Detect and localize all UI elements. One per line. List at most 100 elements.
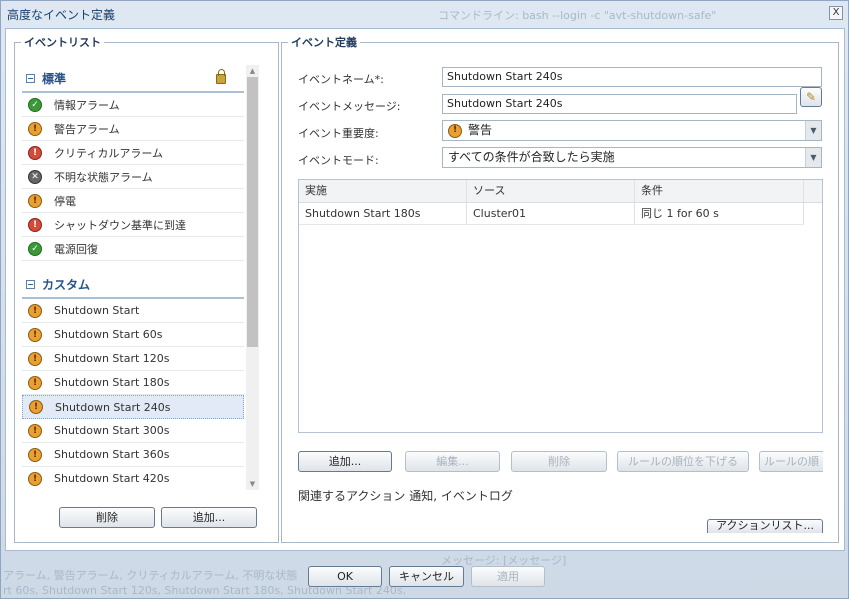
scroll-down-icon[interactable]: ▼	[246, 478, 259, 490]
list-item[interactable]: ! Shutdown Start 300s	[22, 419, 244, 443]
edit-rule-button[interactable]: 編集...	[405, 451, 500, 472]
group-header[interactable]: − カスタム	[22, 271, 244, 299]
check-icon: ✓	[28, 97, 42, 112]
event-definition-body: イベントネーム*: Shutdown Start 240s イベントメッセージ:…	[281, 29, 839, 549]
unknown-icon: ✕	[28, 169, 42, 184]
list-item[interactable]: ! 警告アラーム	[22, 117, 244, 141]
collapse-toggle-icon[interactable]: −	[26, 279, 35, 289]
dialog-title: 高度なイベント定義	[7, 7, 116, 22]
list-item[interactable]: ✕ 不明な状態アラーム	[22, 165, 244, 189]
list-item[interactable]: ! シャットダウン基準に到達	[22, 213, 244, 237]
list-item-label: クリティカルアラーム	[54, 146, 164, 160]
warning-icon: !	[28, 423, 42, 438]
warning-icon: !	[28, 447, 42, 462]
event-message-input[interactable]: Shutdown Start 240s	[442, 94, 797, 114]
add-event-button[interactable]: 追加...	[161, 507, 257, 528]
column-header-condition[interactable]: 条件	[635, 180, 804, 202]
close-button[interactable]: X	[829, 6, 843, 20]
warning-icon: !	[29, 400, 43, 414]
warning-icon: !	[28, 351, 42, 366]
raise-rule-priority-button[interactable]: ルールの順	[759, 451, 823, 472]
list-item[interactable]: ! Shutdown Start 360s	[22, 443, 244, 467]
apply-button[interactable]: 適用	[471, 566, 545, 587]
delete-event-button[interactable]: 削除	[59, 507, 155, 528]
background-alarms-text: アラーム, 警告アラーム, クリティカルアラーム, 不明な状態	[3, 569, 298, 582]
cancel-button[interactable]: キャンセル	[389, 566, 464, 587]
column-header-source[interactable]: ソース	[467, 180, 635, 202]
column-header-action[interactable]: 実施	[299, 180, 467, 202]
list-item-label: Shutdown Start 240s	[55, 400, 171, 414]
list-item-label: 不明な状態アラーム	[54, 170, 153, 184]
cell-condition: 同じ 1 for 60 s	[635, 203, 804, 224]
lower-rule-priority-button[interactable]: ルールの順位を下げる	[617, 451, 749, 472]
list-item[interactable]: ! Shutdown Start 60s	[22, 323, 244, 347]
list-item-label: Shutdown Start 60s	[54, 328, 163, 341]
action-list-button[interactable]: アクションリスト...	[707, 519, 823, 533]
background-command-text: コマンドライン: bash --login -c "avt-shutdown-s…	[438, 9, 717, 22]
scroll-thumb[interactable]	[247, 77, 258, 347]
group-title: 標準	[42, 71, 67, 86]
title-bar: 高度なイベント定義 コマンドライン: bash --login -c "avt-…	[1, 1, 848, 27]
warning-icon: !	[28, 471, 42, 486]
list-item-label: Shutdown Start 360s	[54, 448, 170, 461]
chevron-down-icon[interactable]: ▼	[805, 148, 821, 167]
group-header[interactable]: − 標準	[22, 65, 244, 93]
list-item[interactable]: ✓ 情報アラーム	[22, 93, 244, 117]
warning-icon: !	[28, 327, 42, 342]
delete-rule-button[interactable]: 削除	[511, 451, 607, 472]
advanced-event-dialog: 高度なイベント定義 コマンドライン: bash --login -c "avt-…	[0, 0, 849, 599]
list-item-label: Shutdown Start	[54, 304, 140, 317]
dialog-content: イベントリスト − 標準 ✓ 情報アラーム! 警告アラーム! クリティカルアラーム ✕ 不明な…	[5, 28, 845, 551]
list-item[interactable]: ! 停電	[22, 189, 244, 213]
add-rule-button[interactable]: 追加...	[298, 451, 392, 472]
event-severity-select[interactable]: ! 警告 ▼	[442, 120, 822, 141]
severity-value: 警告	[468, 123, 493, 137]
list-item-label: 情報アラーム	[54, 98, 120, 112]
check-icon: ✓	[28, 241, 42, 256]
list-item[interactable]: ✓ 電源回復	[22, 237, 244, 261]
critical-icon: !	[28, 145, 42, 160]
event-message-label: イベントメッセージ:	[298, 100, 401, 113]
list-item-label: Shutdown Start 180s	[54, 376, 170, 389]
event-mode-select[interactable]: すべての条件が合致したら実施 ▼	[442, 147, 822, 168]
rules-table: 実施 ソース 条件 Shutdown Start 180s Cluster01 …	[298, 179, 823, 433]
chevron-down-icon[interactable]: ▼	[805, 121, 821, 140]
associated-actions-text: 関連するアクション 通知, イベントログ	[298, 489, 513, 503]
lock-icon	[216, 69, 226, 84]
collapse-toggle-icon[interactable]: −	[26, 73, 35, 83]
cell-source: Cluster01	[467, 203, 635, 224]
ok-button[interactable]: OK	[308, 566, 382, 587]
list-item-label: Shutdown Start 420s	[54, 472, 170, 485]
scroll-up-icon[interactable]: ▲	[246, 65, 259, 77]
list-item[interactable]: ! Shutdown Start 420s	[22, 467, 244, 490]
list-item[interactable]: ! Shutdown Start	[22, 299, 244, 323]
event-list-scrollbar[interactable]: ▲ ▼	[246, 65, 259, 490]
event-name-input[interactable]: Shutdown Start 240s	[442, 67, 822, 87]
list-item-label: Shutdown Start 300s	[54, 424, 170, 437]
list-item-label: 停電	[54, 194, 76, 208]
warning-icon: !	[448, 123, 462, 138]
group-title: カスタム	[42, 277, 91, 292]
list-item[interactable]: ! Shutdown Start 240s	[22, 395, 244, 419]
warning-icon: !	[28, 375, 42, 390]
list-item[interactable]: ! クリティカルアラーム	[22, 141, 244, 165]
mode-value: すべての条件が合致したら実施	[448, 150, 615, 164]
table-row[interactable]: Shutdown Start 180s Cluster01 同じ 1 for 6…	[299, 203, 804, 225]
event-list: − 標準 ✓ 情報アラーム! 警告アラーム! クリティカルアラーム ✕ 不明な状態アラーム! 停…	[22, 65, 244, 490]
cell-action: Shutdown Start 180s	[299, 203, 467, 224]
event-name-label: イベントネーム*:	[298, 73, 384, 86]
rules-table-header: 実施 ソース 条件	[299, 180, 822, 203]
list-item-label: 警告アラーム	[54, 122, 120, 136]
edit-message-pencil-icon[interactable]: ✎	[800, 87, 822, 107]
list-item-label: Shutdown Start 120s	[54, 352, 170, 365]
critical-icon: !	[28, 217, 42, 232]
list-item[interactable]: ! Shutdown Start 180s	[22, 371, 244, 395]
list-item-label: 電源回復	[54, 242, 98, 256]
warning-icon: !	[28, 121, 42, 136]
warning-icon: !	[28, 303, 42, 318]
warning-icon: !	[28, 193, 42, 208]
list-item[interactable]: ! Shutdown Start 120s	[22, 347, 244, 371]
event-list-legend: イベントリスト	[24, 36, 101, 49]
list-item-label: シャットダウン基準に到達	[54, 218, 186, 232]
